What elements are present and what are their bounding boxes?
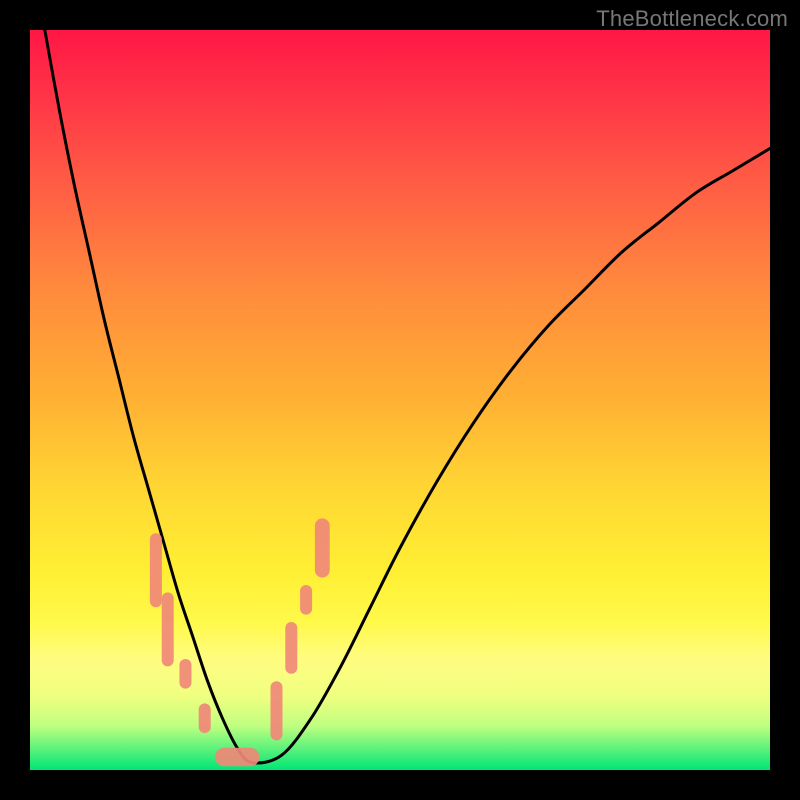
curve-svg <box>30 30 770 770</box>
plot-area <box>30 30 770 770</box>
chart-container: TheBottleneck.com <box>0 0 800 800</box>
watermark-text: TheBottleneck.com <box>596 6 788 32</box>
bottleneck-curve-line <box>45 30 770 763</box>
